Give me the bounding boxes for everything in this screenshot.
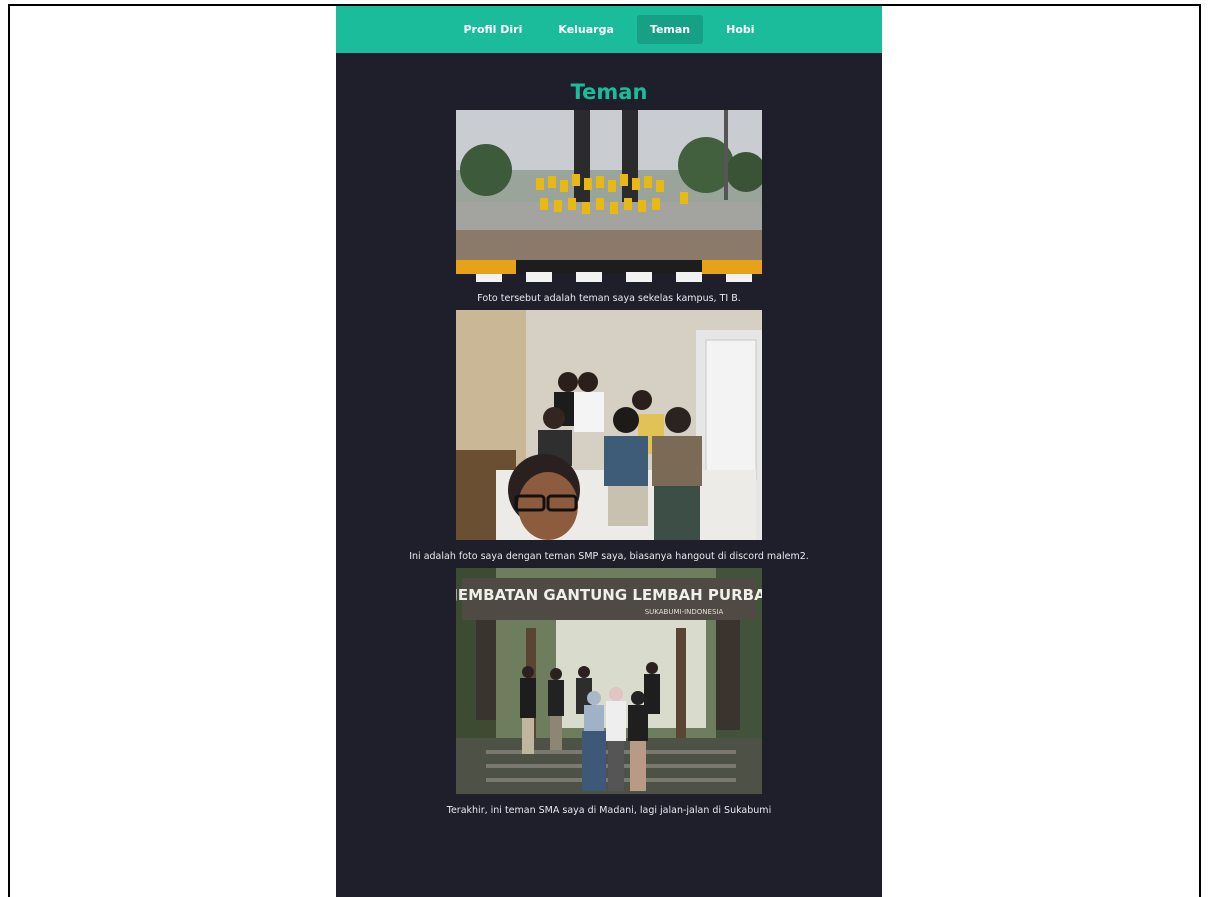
window-border-left <box>8 4 10 897</box>
nav-item-hobi[interactable]: Hobi <box>713 15 767 44</box>
photo-sign-subtext: SUKABUMI-INDONESIA <box>645 608 724 616</box>
window-border-right <box>1199 4 1201 897</box>
page-container: Profil Diri Keluarga Teman Hobi Teman Fo… <box>336 6 882 897</box>
photo-campus-friends <box>456 110 762 282</box>
photo-smp-friends <box>456 310 762 540</box>
photo-caption-campus: Foto tersebut adalah teman saya sekelas … <box>477 293 741 304</box>
photo-caption-smp: Ini adalah foto saya dengan teman SMP sa… <box>409 551 809 562</box>
navbar: Profil Diri Keluarga Teman Hobi <box>336 6 882 53</box>
photo-sign-text: JEMBATAN GANTUNG LEMBAH PURBA <box>456 586 762 604</box>
nav-item-teman[interactable]: Teman <box>636 15 704 44</box>
photo-sma-friends: JEMBATAN GANTUNG LEMBAH PURBA SUKABUMI-I… <box>456 568 762 794</box>
photo-caption-sma: Terakhir, ini teman SMA saya di Madani, … <box>446 805 772 816</box>
page-title: Teman <box>570 80 648 104</box>
nav-item-profil-diri[interactable]: Profil Diri <box>450 15 535 44</box>
nav-item-keluarga[interactable]: Keluarga <box>545 15 627 44</box>
